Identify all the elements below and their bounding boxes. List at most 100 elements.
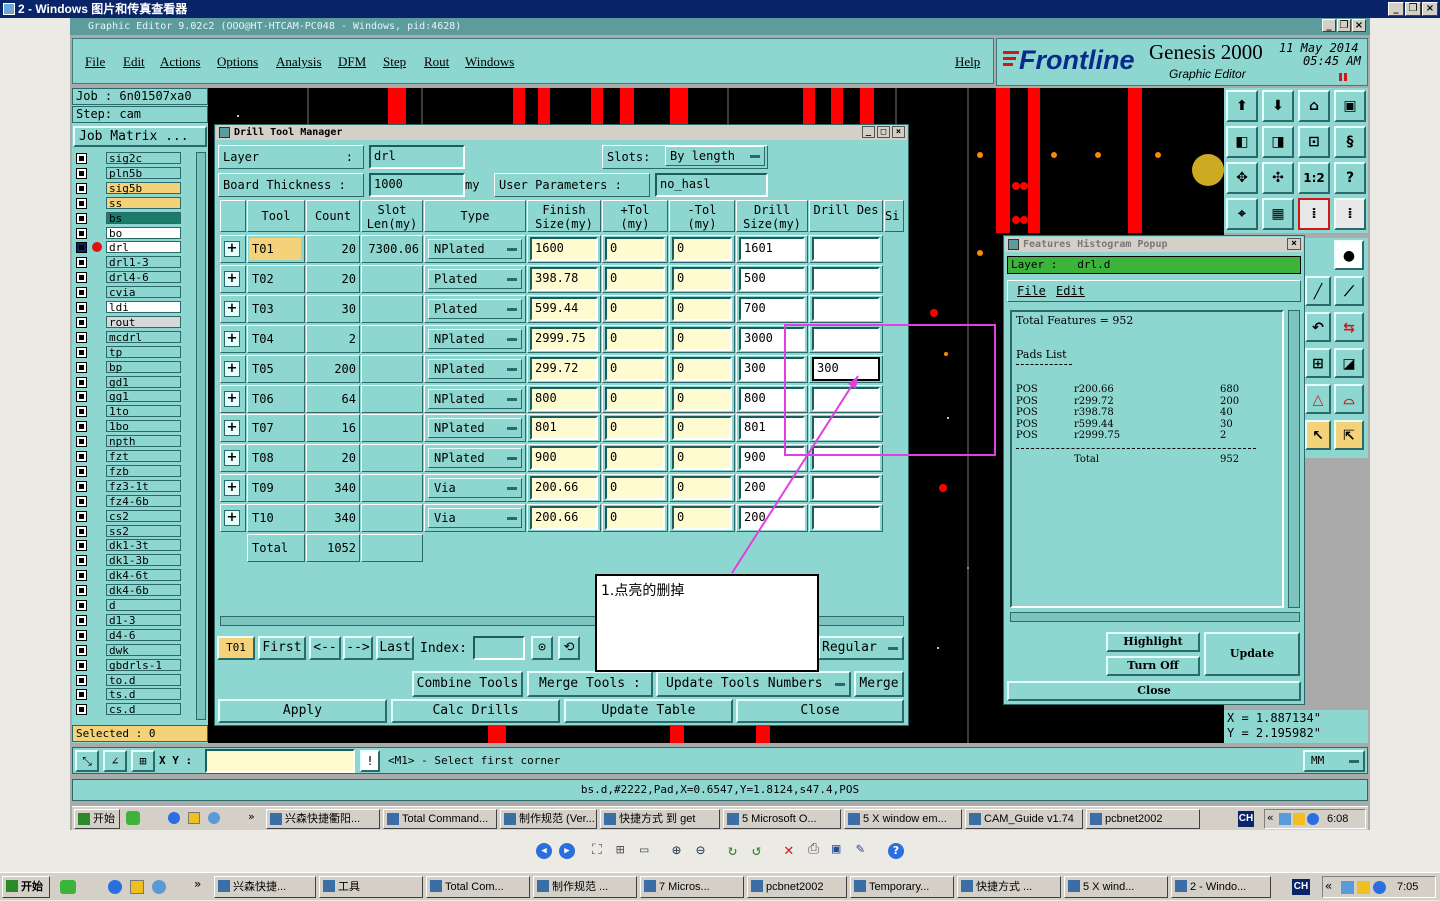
import-icon[interactable]: ◧ bbox=[1226, 126, 1258, 158]
layer-checkbox[interactable] bbox=[76, 376, 87, 388]
layer-name[interactable]: 1to bbox=[106, 405, 181, 418]
outlook-icon[interactable] bbox=[130, 880, 144, 894]
mtol-input[interactable]: 0 bbox=[672, 296, 732, 321]
layer-row[interactable]: bo bbox=[76, 226, 192, 240]
align-icon[interactable]: ⊞ bbox=[1305, 348, 1331, 378]
layer-name[interactable]: ldi bbox=[106, 301, 181, 314]
measure-tool-icon[interactable]: ∠ bbox=[103, 750, 127, 772]
media-icon[interactable] bbox=[152, 880, 166, 894]
mtol-input[interactable]: 0 bbox=[672, 506, 732, 531]
taskbar-item[interactable]: Total Command... bbox=[383, 809, 497, 829]
inner-lang-indicator[interactable]: CH bbox=[1238, 811, 1254, 827]
des-input[interactable] bbox=[812, 237, 880, 261]
taskbar-item[interactable]: 5 X wind... bbox=[1064, 876, 1168, 898]
layer-checkbox[interactable] bbox=[76, 451, 87, 462]
layer-row[interactable]: fzb bbox=[76, 464, 192, 478]
features-close-button[interactable]: Close bbox=[1007, 681, 1301, 701]
layer-checkbox[interactable] bbox=[76, 316, 87, 328]
des-input[interactable] bbox=[812, 416, 880, 441]
zoom-fit-icon[interactable]: ⊡ bbox=[1298, 126, 1330, 158]
layer-input[interactable]: drl bbox=[369, 145, 465, 169]
search-icon[interactable]: ⊙ bbox=[531, 636, 553, 660]
menu-analysis[interactable]: Analysis bbox=[276, 54, 322, 70]
first-button[interactable]: First bbox=[258, 636, 306, 660]
des-input[interactable] bbox=[812, 386, 880, 411]
layer-row[interactable]: gg1 bbox=[76, 390, 192, 403]
taskbar-item[interactable]: Total Com... bbox=[426, 876, 530, 898]
close-button[interactable]: Close bbox=[736, 699, 904, 723]
layer-checkbox[interactable] bbox=[76, 644, 87, 656]
layer-row[interactable]: bp bbox=[76, 360, 192, 374]
layer-name[interactable]: sig2c bbox=[106, 152, 181, 165]
layer-checkbox[interactable] bbox=[76, 212, 87, 224]
slideshow-icon[interactable]: ▭ bbox=[640, 842, 648, 858]
layer-name[interactable]: fzt bbox=[106, 450, 181, 463]
group-icon[interactable]: ◪ bbox=[1334, 348, 1364, 378]
layer-checkbox[interactable] bbox=[76, 659, 87, 671]
mtol-input[interactable]: 0 bbox=[672, 326, 732, 351]
layer-row[interactable]: ss bbox=[76, 196, 192, 210]
print-icon[interactable]: ⎙ bbox=[808, 841, 819, 857]
close-icon[interactable]: × bbox=[1422, 2, 1438, 16]
layer-checkbox[interactable] bbox=[76, 614, 87, 626]
layer-name[interactable]: npth bbox=[106, 435, 181, 448]
layer-name[interactable]: fz4-6b bbox=[106, 494, 181, 507]
layer-name[interactable]: bp bbox=[106, 360, 181, 373]
tool-id[interactable]: T10 bbox=[249, 507, 301, 530]
layer-name[interactable]: drl4-6 bbox=[106, 271, 181, 284]
finish-input[interactable]: 599.44 bbox=[530, 296, 598, 321]
layer-row[interactable]: tp bbox=[76, 345, 192, 359]
menu-help[interactable]: Help bbox=[955, 54, 980, 70]
taskbar-item[interactable]: 快捷方式 到 get bbox=[600, 809, 720, 829]
layer-checkbox[interactable] bbox=[76, 406, 87, 418]
layer-row[interactable]: cs2 bbox=[76, 509, 192, 523]
actual-size-icon[interactable]: ⊞ bbox=[616, 842, 624, 858]
ptol-input[interactable]: 0 bbox=[605, 386, 665, 411]
help-icon[interactable]: ? bbox=[1334, 162, 1366, 194]
layer-checkbox[interactable] bbox=[76, 167, 87, 179]
layer-name[interactable]: tp bbox=[106, 345, 181, 358]
ptol-input[interactable]: 0 bbox=[605, 266, 665, 291]
media-icon[interactable] bbox=[208, 812, 220, 824]
layer-name[interactable]: to.d bbox=[106, 673, 181, 686]
layer-checkbox[interactable] bbox=[76, 302, 87, 313]
type-dropdown[interactable]: NPlated bbox=[428, 418, 522, 439]
taskbar-item[interactable]: pcbnet2002 bbox=[1086, 809, 1200, 829]
expand-plus-icon[interactable]: + bbox=[224, 270, 240, 287]
layer-row[interactable]: dk4-6t bbox=[76, 569, 192, 582]
app-restore-icon[interactable]: ❐ bbox=[1337, 19, 1351, 32]
taskbar-item[interactable]: 5 X window em... bbox=[844, 809, 962, 829]
layer-name[interactable]: sig5b bbox=[106, 181, 181, 194]
layer-checkbox[interactable] bbox=[76, 153, 87, 164]
layer-row[interactable]: pln5b bbox=[76, 166, 192, 180]
layer-checkbox[interactable] bbox=[76, 391, 87, 403]
layer-name[interactable]: rout bbox=[106, 315, 181, 328]
layer-checkbox[interactable] bbox=[76, 629, 87, 641]
type-dropdown[interactable]: Via bbox=[428, 508, 522, 529]
features-hscrollbar[interactable] bbox=[1010, 612, 1300, 622]
export-icon[interactable]: ◨ bbox=[1262, 126, 1294, 158]
layer-checkbox[interactable] bbox=[76, 182, 87, 194]
menu-actions[interactable]: Actions bbox=[160, 54, 200, 70]
layer-row[interactable]: dk4-6b bbox=[76, 584, 192, 597]
des-input[interactable] bbox=[812, 296, 880, 321]
layer-name[interactable]: cs.d bbox=[106, 703, 181, 716]
expand-plus-icon[interactable]: + bbox=[224, 480, 240, 497]
layer-name[interactable]: cs2 bbox=[106, 509, 181, 522]
menu-edit[interactable]: Edit bbox=[123, 54, 145, 70]
user-params-input[interactable]: no_hasl bbox=[655, 173, 768, 197]
taskbar-item[interactable]: Temporary... bbox=[850, 876, 954, 898]
next-button[interactable]: --> bbox=[343, 636, 373, 660]
taskbar-item[interactable]: CAM_Guide v1.74 bbox=[965, 809, 1083, 829]
menu-step[interactable]: Step bbox=[383, 54, 406, 70]
layer-checkbox[interactable] bbox=[76, 346, 87, 358]
layer-name[interactable]: 1bo bbox=[106, 420, 181, 433]
type-dropdown[interactable]: NPlated bbox=[428, 388, 522, 409]
snap-center-icon[interactable]: ⁞ bbox=[1334, 198, 1366, 230]
tray-network-icon[interactable] bbox=[1279, 813, 1291, 825]
layer-name[interactable]: ss bbox=[106, 196, 181, 209]
home-icon[interactable]: ⌂ bbox=[1298, 90, 1330, 122]
layer-row[interactable]: cs.d bbox=[76, 703, 192, 716]
layer-name[interactable]: cvia bbox=[106, 286, 181, 299]
zoom-in-icon[interactable]: ✥ bbox=[1226, 162, 1258, 194]
